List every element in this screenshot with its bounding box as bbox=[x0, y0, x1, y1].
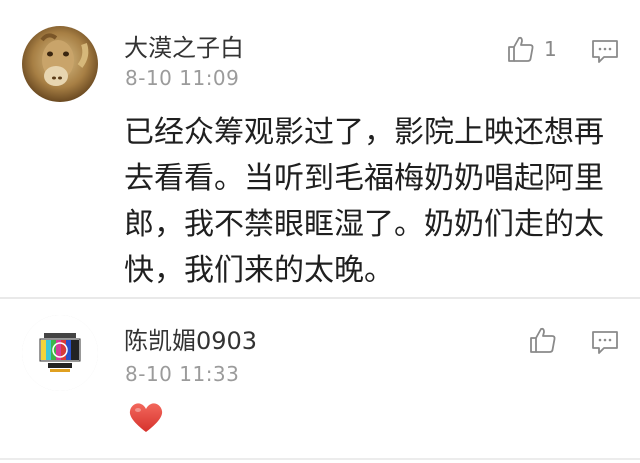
thumbs-up-icon bbox=[506, 34, 536, 64]
timestamp: 8-10 11:33 bbox=[125, 362, 240, 386]
heart-icon bbox=[128, 402, 164, 438]
camel-avatar-icon bbox=[22, 26, 98, 102]
comment-item: 大漠之子白 8-10 11:09 1 已经众筹观影过了，影院上映还想再去看看。当… bbox=[0, 0, 640, 298]
avatar[interactable] bbox=[22, 26, 98, 102]
thumbs-up-icon bbox=[528, 325, 558, 355]
like-count: 1 bbox=[544, 37, 557, 61]
comment-item: 陈凯媚0903 8-10 11:33 bbox=[0, 299, 640, 463]
reply-button[interactable] bbox=[590, 38, 620, 66]
timestamp: 8-10 11:09 bbox=[125, 66, 240, 90]
tv-test-pattern-avatar-icon bbox=[22, 315, 98, 391]
like-button[interactable] bbox=[528, 325, 566, 355]
reply-button[interactable] bbox=[590, 329, 620, 357]
comment-icon bbox=[590, 38, 620, 66]
comment-text: 已经众筹观影过了，影院上映还想再去看看。当听到毛福梅奶奶唱起阿里郎，我不禁眼眶湿… bbox=[124, 115, 604, 288]
avatar[interactable] bbox=[22, 315, 98, 391]
comment-divider bbox=[0, 458, 640, 460]
username[interactable]: 大漠之子白 bbox=[124, 28, 244, 63]
like-button[interactable]: 1 bbox=[506, 34, 557, 64]
comment-icon bbox=[590, 329, 620, 357]
username[interactable]: 陈凯媚0903 bbox=[124, 321, 257, 356]
